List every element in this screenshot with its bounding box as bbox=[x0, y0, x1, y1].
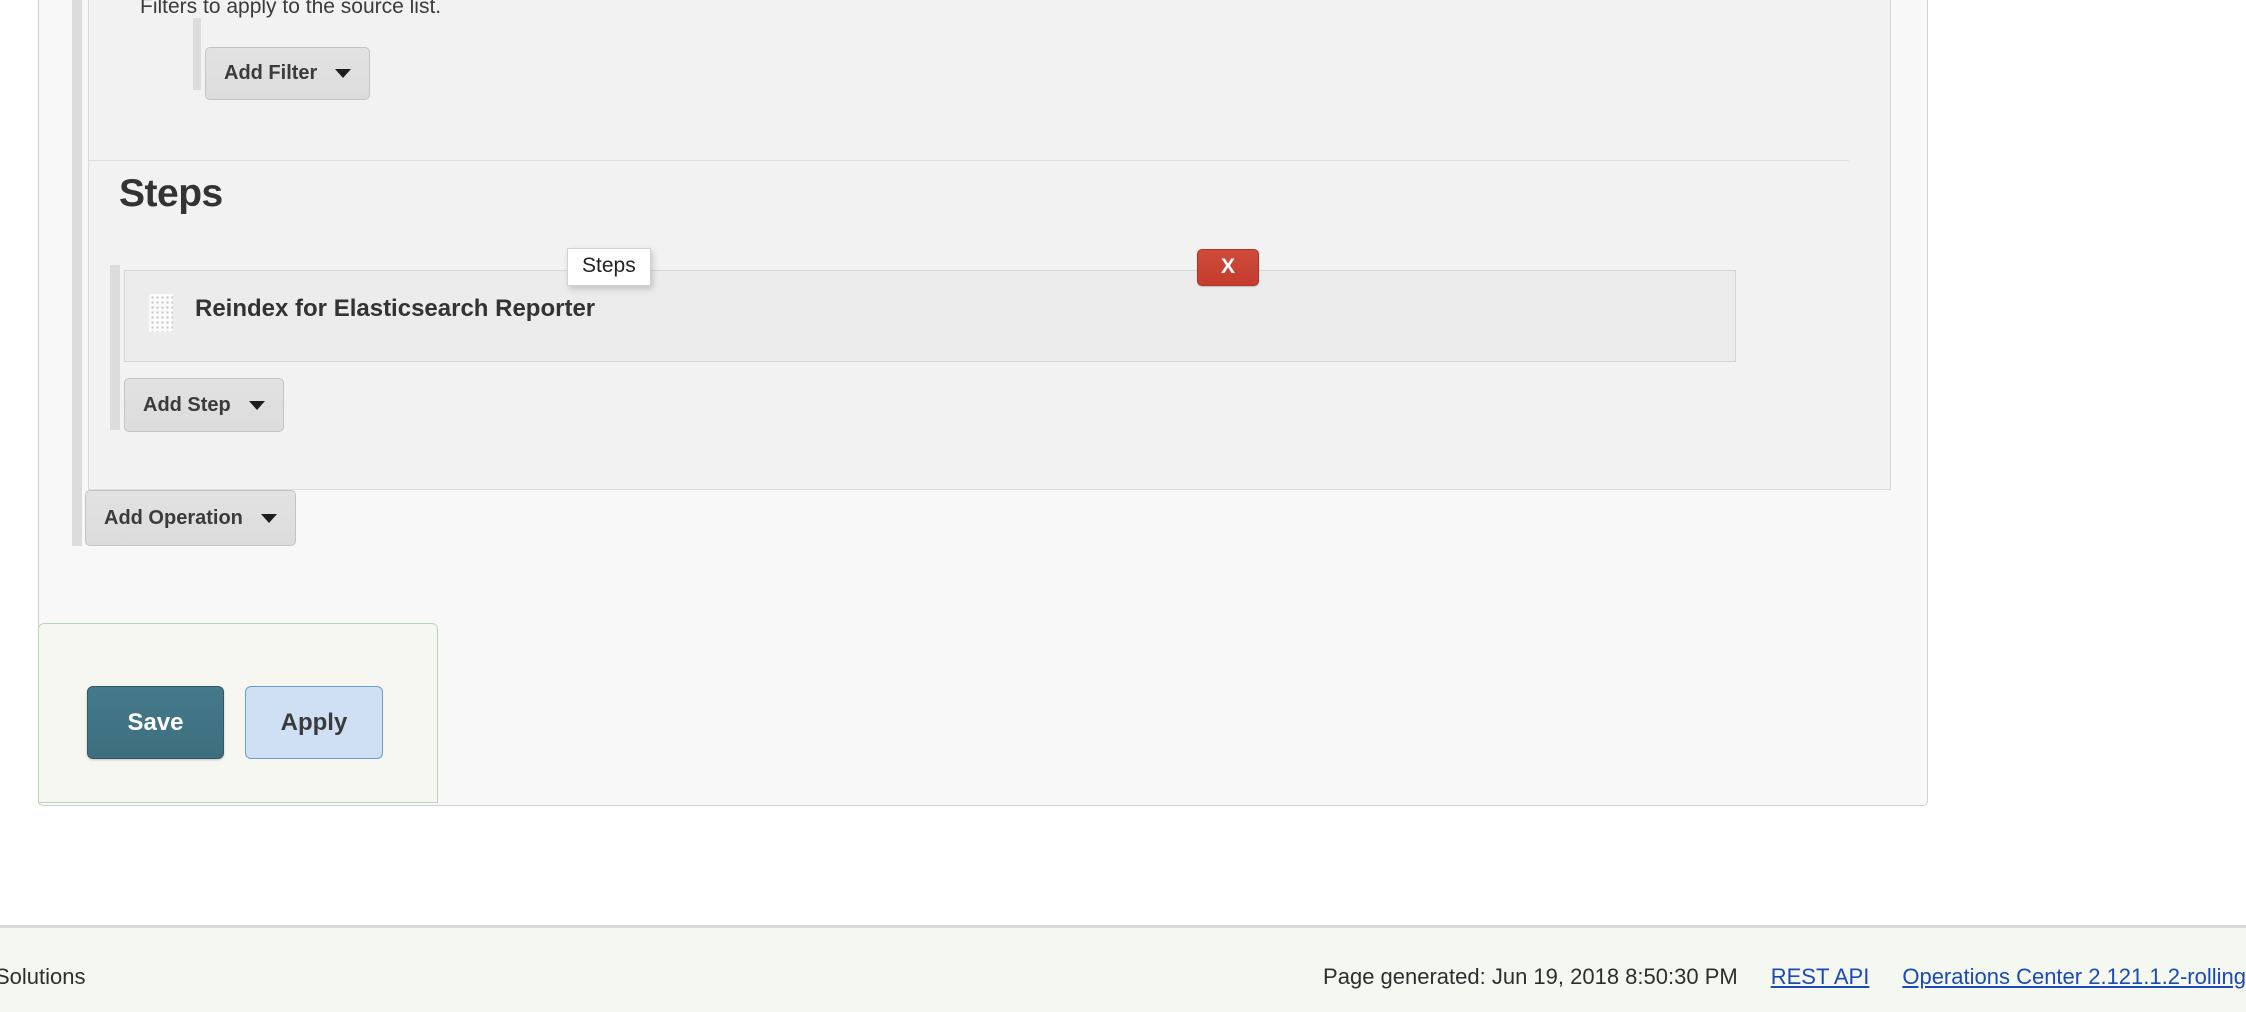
page-root: Filters to apply to the source list. Add… bbox=[0, 0, 2246, 1012]
filters-help-text: Filters to apply to the source list. bbox=[140, 0, 442, 18]
form-action-bar: Save Apply bbox=[38, 623, 438, 803]
indent-bar-level-2 bbox=[193, 18, 201, 90]
indent-bar-level-1 bbox=[72, 0, 82, 546]
add-filter-button[interactable]: Add Filter bbox=[205, 47, 371, 100]
add-step-button[interactable]: Add Step bbox=[124, 378, 284, 432]
delete-step-button[interactable]: X bbox=[1197, 249, 1259, 286]
version-link[interactable]: Operations Center 2.121.1.2-rolling bbox=[1902, 964, 2246, 990]
steps-heading: Steps bbox=[119, 172, 223, 215]
add-operation-button[interactable]: Add Operation bbox=[85, 490, 296, 546]
rest-api-link[interactable]: REST API bbox=[1771, 964, 1870, 990]
footer-meta: Page generated: Jun 19, 2018 8:50:30 PM … bbox=[1323, 964, 2246, 990]
page-generated-text: Page generated: Jun 19, 2018 8:50:30 PM bbox=[1323, 964, 1738, 989]
step-row[interactable]: Reindex for Elasticsearch Reporter X bbox=[124, 249, 1736, 362]
chevron-down-icon bbox=[248, 400, 265, 410]
add-step-label: Add Step bbox=[143, 393, 231, 416]
step-name: Reindex for Elasticsearch Reporter bbox=[195, 295, 596, 322]
chevron-down-icon bbox=[260, 513, 277, 523]
indent-bar-level-3 bbox=[110, 265, 120, 430]
steps-tooltip: Steps bbox=[567, 248, 651, 286]
add-filter-label: Add Filter bbox=[224, 62, 318, 84]
add-operation-label: Add Operation bbox=[104, 506, 243, 529]
section-divider bbox=[89, 160, 1849, 161]
drag-handle-icon[interactable] bbox=[149, 294, 173, 332]
page-footer: Solutions Page generated: Jun 19, 2018 8… bbox=[0, 925, 2246, 1012]
footer-solutions-text: Solutions bbox=[0, 964, 86, 989]
chevron-down-icon bbox=[335, 69, 352, 78]
apply-button[interactable]: Apply bbox=[245, 686, 383, 759]
save-button[interactable]: Save bbox=[87, 686, 224, 759]
